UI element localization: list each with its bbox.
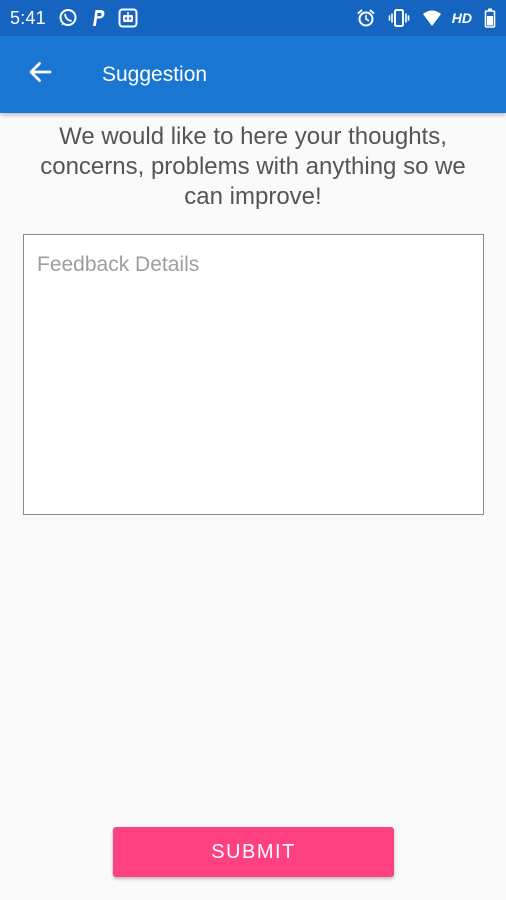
app-bar: Suggestion [0, 36, 506, 113]
feedback-details-input[interactable] [23, 234, 484, 515]
status-icons-right: HD [344, 8, 496, 28]
page-title: Suggestion [102, 62, 208, 86]
status-time: 5:41 [10, 7, 46, 28]
vibrate-icon [388, 8, 410, 28]
alarm-icon [356, 8, 376, 28]
submit-button[interactable]: SUBMIT [113, 827, 394, 877]
back-button[interactable] [20, 55, 60, 95]
network-hd-label: HD [451, 10, 472, 26]
wifi-icon [422, 9, 442, 27]
bot-app-icon [118, 8, 138, 28]
paypal-icon [90, 8, 106, 28]
status-bar: 5:41 HD [0, 0, 506, 36]
arrow-back-icon [27, 59, 53, 90]
intro-text: We would like to here your thoughts, con… [40, 123, 466, 210]
battery-icon [484, 8, 496, 28]
whatsapp-icon [58, 8, 78, 28]
